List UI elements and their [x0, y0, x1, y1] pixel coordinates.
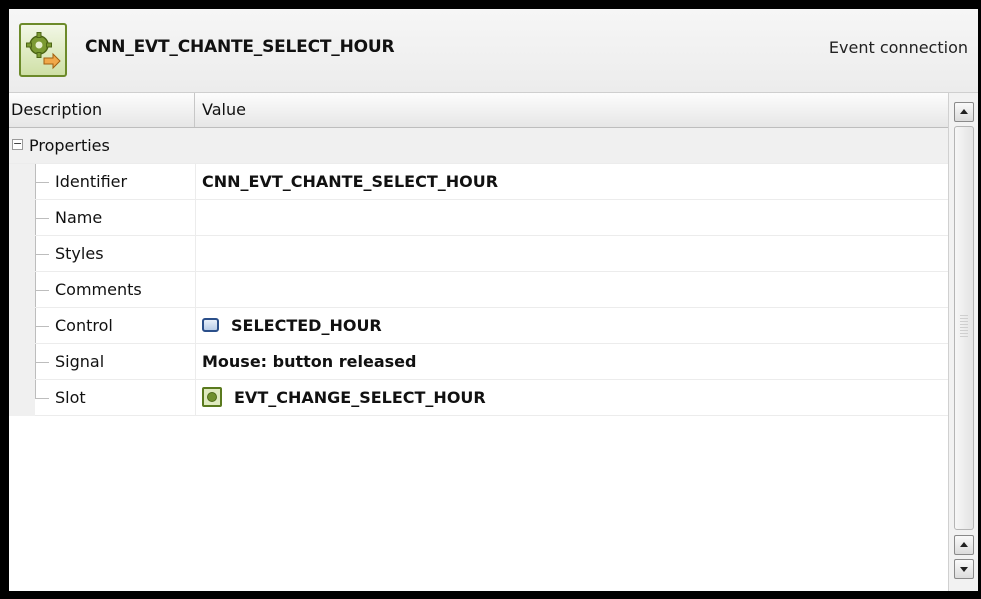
- slot-value-text: EVT_CHANGE_SELECT_HOUR: [234, 388, 486, 407]
- scroll-down-button[interactable]: [954, 559, 974, 579]
- arrow-up-icon: [960, 542, 968, 547]
- scroll-up-button[interactable]: [954, 102, 974, 122]
- grip-icon: [960, 315, 968, 339]
- arrow-up-icon: [960, 109, 968, 114]
- arrow-down-icon: [960, 567, 968, 572]
- property-row-identifier[interactable]: Identifier CNN_EVT_CHANTE_SELECT_HOUR: [9, 164, 948, 200]
- property-row-control[interactable]: Control SELECTED_HOUR: [9, 308, 948, 344]
- properties-group-row[interactable]: − Properties: [9, 128, 948, 164]
- panel-header: CNN_EVT_CHANTE_SELECT_HOUR Event connect…: [9, 9, 978, 93]
- property-value[interactable]: EVT_CHANGE_SELECT_HOUR: [196, 380, 948, 416]
- property-value[interactable]: Mouse: button released: [196, 344, 948, 380]
- event-connection-gear-icon: [19, 23, 67, 77]
- connection-title: CNN_EVT_CHANTE_SELECT_HOUR: [85, 37, 395, 57]
- property-value[interactable]: CNN_EVT_CHANTE_SELECT_HOUR: [196, 164, 948, 200]
- property-value[interactable]: SELECTED_HOUR: [196, 308, 948, 344]
- property-name: Signal: [55, 352, 105, 371]
- scroll-up-button-lower[interactable]: [954, 535, 974, 555]
- slot-icon: [202, 387, 222, 407]
- property-row-slot[interactable]: Slot EVT_CHANGE_SELECT_HOUR: [9, 380, 948, 416]
- property-row-name[interactable]: Name: [9, 200, 948, 236]
- property-name: Name: [55, 208, 103, 227]
- control-value-text: SELECTED_HOUR: [231, 316, 382, 335]
- control-icon: [202, 318, 219, 332]
- properties-panel: CNN_EVT_CHANTE_SELECT_HOUR Event connect…: [9, 9, 978, 591]
- vertical-scrollbar[interactable]: [948, 93, 978, 591]
- value-column-header[interactable]: Value: [196, 93, 948, 127]
- property-name: Slot: [55, 388, 86, 407]
- property-value[interactable]: [196, 236, 948, 272]
- column-headers: Description Value: [9, 93, 948, 128]
- property-name: Comments: [55, 280, 142, 299]
- description-column-header[interactable]: Description: [9, 93, 195, 127]
- property-name: Control: [55, 316, 113, 335]
- scrollbar-thumb[interactable]: [954, 126, 974, 530]
- property-name: Identifier: [55, 172, 128, 191]
- connection-type-label: Event connection: [828, 38, 968, 57]
- property-name: Styles: [55, 244, 104, 263]
- collapse-toggle-icon[interactable]: −: [12, 138, 23, 150]
- property-row-signal[interactable]: Signal Mouse: button released: [9, 344, 948, 380]
- property-row-comments[interactable]: Comments: [9, 272, 948, 308]
- property-grid: Description Value − Properties Identifie…: [9, 93, 948, 591]
- group-label: Properties: [29, 136, 110, 155]
- property-value[interactable]: [196, 200, 948, 236]
- property-row-styles[interactable]: Styles: [9, 236, 948, 272]
- property-value[interactable]: [196, 272, 948, 308]
